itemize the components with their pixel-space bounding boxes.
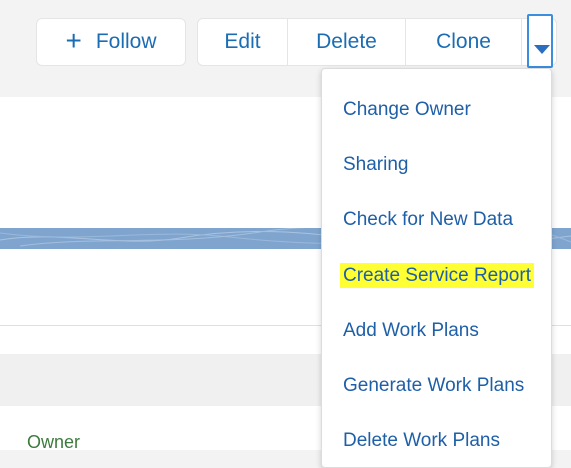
menu-item-label: Change Owner xyxy=(343,99,471,120)
clone-button[interactable]: Clone xyxy=(406,19,522,65)
follow-button[interactable]: + Follow xyxy=(36,18,186,66)
delete-button[interactable]: Delete xyxy=(288,19,406,65)
more-actions-button[interactable] xyxy=(527,14,553,68)
follow-label: Follow xyxy=(95,30,157,53)
edit-label: Edit xyxy=(224,30,261,53)
menu-item-add-work-plans[interactable]: Add Work Plans xyxy=(343,320,479,342)
menu-item-generate-work-plans[interactable]: Generate Work Plans xyxy=(343,375,524,397)
chevron-down-icon xyxy=(534,45,550,54)
clone-label: Clone xyxy=(436,30,491,53)
plus-icon: + xyxy=(65,25,82,56)
menu-item-change-owner[interactable]: Change Owner xyxy=(343,99,471,121)
menu-item-label: Check for New Data xyxy=(343,209,514,230)
menu-item-create-service-report[interactable]: Create Service Report xyxy=(340,263,534,288)
menu-item-sharing[interactable]: Sharing xyxy=(343,154,409,176)
menu-item-label: Create Service Report xyxy=(340,263,534,288)
menu-item-label: Add Work Plans xyxy=(343,320,479,341)
menu-item-label: Sharing xyxy=(343,154,409,175)
more-actions-menu: Change Owner Sharing Check for New Data … xyxy=(321,68,552,468)
menu-item-label: Generate Work Plans xyxy=(343,375,525,396)
delete-label: Delete xyxy=(316,30,377,53)
menu-item-label: Delete Work Plans xyxy=(343,430,500,451)
menu-item-delete-work-plans[interactable]: Delete Work Plans xyxy=(343,430,500,452)
edit-button[interactable]: Edit xyxy=(198,19,288,65)
menu-item-check-for-new-data[interactable]: Check for New Data xyxy=(343,209,513,231)
action-button-group: Edit Delete Clone xyxy=(197,18,557,66)
